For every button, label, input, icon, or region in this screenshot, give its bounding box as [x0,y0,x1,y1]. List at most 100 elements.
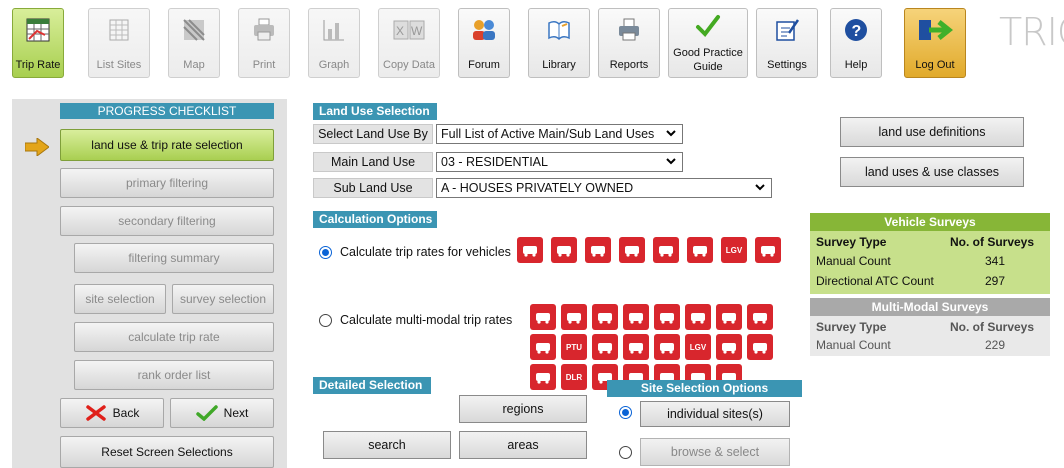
list-sites-button[interactable]: List Sites [88,8,150,78]
svg-text:X: X [396,24,404,38]
reports-button[interactable]: Reports [598,8,660,78]
select-land-use-by-label: Select Land Use By [313,124,433,144]
ptu-icon: PTU [561,334,587,360]
tric-logo: TRIC [999,10,1064,54]
forum-icon [473,20,495,40]
main-land-use-value: 03 - RESIDENTIAL [441,155,548,169]
svg-text:W: W [411,24,423,38]
print-button[interactable]: Print [238,8,290,78]
rail-icon [685,304,711,330]
checkmark-icon [696,15,720,38]
bus-stop-icon [592,334,618,360]
coach-icon [592,304,618,330]
log-out-button[interactable]: Log Out [904,8,966,78]
multi-modal-survey-count: 229 [985,338,1006,352]
multi-modal-survey-type-header: Survey Type [816,320,887,334]
vehicle-surveys-title: Vehicle Surveys [810,213,1050,231]
next-label: Next [223,406,249,420]
coach-icon [585,237,611,263]
regions-button[interactable]: regions [459,395,587,423]
people-icon [747,304,773,330]
multi-modal-radio[interactable] [319,314,332,327]
main-land-use-dropdown[interactable]: 03 - RESIDENTIAL [436,152,683,172]
log-out-label: Log Out [915,59,955,71]
print-icon [254,18,274,41]
print-label: Print [252,59,276,71]
vehicles-radio-label: Calculate trip rates for vehicles [340,245,511,259]
checklist-secondary-filtering-button[interactable]: secondary filtering [60,206,274,236]
checklist-survey-selection-button[interactable]: survey selection [172,284,274,314]
good-practice-guide-label: Good Practice Guide [673,47,743,73]
select-land-use-by-value: Full List of Active Main/Sub Land Uses [441,127,655,141]
checklist-land-use-button[interactable]: land use & trip rate selection [60,129,274,161]
chevron-down-icon [755,184,765,191]
settings-icon [776,19,800,41]
multi-modal-surveys-table: Survey Type No. of Surveys Manual Count … [810,316,1050,356]
graph-label: Graph [318,59,350,71]
land-uses-use-classes-button[interactable]: land uses & use classes [840,157,1024,187]
land-use-definitions-button[interactable]: land use definitions [840,117,1024,147]
vehicle-survey-type-header: Survey Type [816,235,887,249]
checklist-primary-filtering-button[interactable]: primary filtering [60,168,274,198]
checklist-filtering-summary-button[interactable]: filtering summary [74,243,274,273]
vehicles-radio[interactable] [319,246,332,259]
map-icon [183,19,205,41]
help-button[interactable]: ? Help [830,8,882,78]
reset-screen-selections-button[interactable]: Reset Screen Selections [60,436,274,468]
cycle-icon [623,304,649,330]
settings-button[interactable]: Settings [756,8,818,78]
car-icon [654,334,680,360]
good-practice-guide-button[interactable]: Good Practice Guide [668,8,748,78]
areas-button[interactable]: areas [459,431,587,459]
list-sites-icon [109,19,129,41]
help-icon: ? [845,19,867,41]
forum-label: Forum [468,59,500,71]
checklist-site-selection-button[interactable]: site selection [74,284,166,314]
bus-icon [551,237,577,263]
next-button[interactable]: Next [170,398,274,428]
checklist-rank-order-list-button[interactable]: rank order list [74,360,274,390]
dlr-icon: DLR [561,364,587,390]
pedestrian-icon [654,304,680,330]
sub-land-use-value: A - HOUSES PRIVATELY OWNED [441,181,634,195]
main-land-use-label: Main Land Use [313,152,433,172]
forum-button[interactable]: Forum [458,8,510,78]
graph-button[interactable]: Graph [308,8,360,78]
select-land-use-by-dropdown[interactable]: Full List of Active Main/Sub Land Uses [436,124,683,144]
individual-sites-radio[interactable] [619,406,632,419]
next-check-icon [195,405,218,421]
chevron-down-icon [666,130,676,137]
tram-icon [747,334,773,360]
reports-label: Reports [609,59,649,71]
bus-icon [561,304,587,330]
car-front-icon [687,237,713,263]
calculation-options-title: Calculation Options [313,211,437,228]
trip-rate-icon [26,18,50,42]
sub-land-use-label: Sub Land Use [313,178,433,198]
log-out-icon [919,20,953,40]
search-button[interactable]: search [323,431,451,459]
individual-sites-button[interactable]: individual sites(s) [640,401,790,427]
help-label: Help [844,59,868,71]
map-button[interactable]: Map [168,8,220,78]
multi-modal-survey-count-header: No. of Surveys [950,320,1035,334]
checklist-calculate-trip-rate-button[interactable]: calculate trip rate [74,322,274,352]
back-button[interactable]: Back [60,398,164,428]
svg-text:?: ? [852,23,862,40]
browse-select-radio[interactable] [619,446,632,459]
settings-label: Settings [767,59,807,71]
library-button[interactable]: Library [528,8,590,78]
copy-data-icon: XW [393,20,425,40]
sub-land-use-dropdown[interactable]: A - HOUSES PRIVATELY OWNED [436,178,772,198]
copy-data-label: Copy Data [383,59,435,71]
tram-icon [716,304,742,330]
browse-select-button[interactable]: browse & select [640,438,790,466]
taxi-icon [623,334,649,360]
library-icon [548,20,570,41]
vehicle-surveys-table: Survey Type No. of Surveys Manual Count … [810,231,1050,294]
chevron-down-icon [666,158,676,165]
back-cross-icon [85,405,106,421]
trip-rate-button[interactable]: Trip Rate [12,8,64,78]
list-sites-label: List Sites [96,59,142,71]
copy-data-button[interactable]: XW Copy Data [378,8,440,78]
